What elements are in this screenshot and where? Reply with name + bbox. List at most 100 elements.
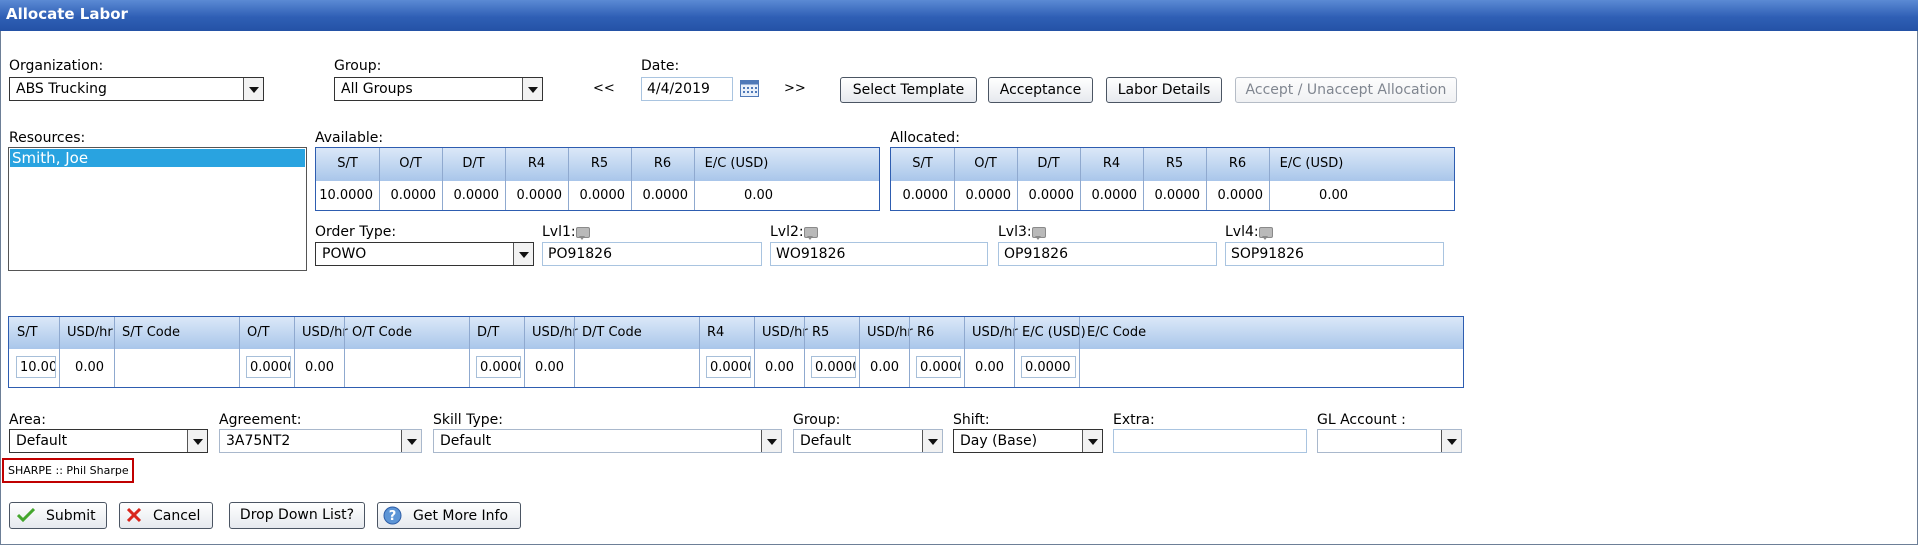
get-more-info-button[interactable]: ? Get More Info xyxy=(377,502,521,529)
allocated-value: 0.0000 xyxy=(1154,188,1201,203)
date-input[interactable]: 4/4/2019 xyxy=(641,77,733,101)
hours-input[interactable]: 0.0000 xyxy=(916,356,961,378)
note-icon[interactable] xyxy=(1259,227,1273,240)
resources-label: Resources: xyxy=(9,130,86,146)
available-value: 10.0000 xyxy=(319,188,373,203)
organization-label: Organization: xyxy=(9,58,104,74)
organization-value: ABS Trucking xyxy=(16,81,107,97)
agreement-select[interactable]: 3A75NT2 xyxy=(219,429,422,453)
next-date-button[interactable]: >> xyxy=(784,81,806,96)
skill-type-label: Skill Type: xyxy=(433,412,503,428)
drop-down-list-button[interactable]: Drop Down List? xyxy=(229,502,365,529)
code-cell[interactable] xyxy=(1081,353,1227,381)
column-divider xyxy=(1206,148,1207,210)
code-cell[interactable] xyxy=(346,353,467,381)
skill-type-select[interactable]: Default xyxy=(433,429,782,453)
rate-value: 0.00 xyxy=(305,360,334,375)
available-label: Available: xyxy=(315,130,384,146)
help-icon: ? xyxy=(383,506,402,525)
cancel-label: Cancel xyxy=(153,508,201,524)
gl-account-select[interactable] xyxy=(1317,429,1462,453)
cancel-button[interactable]: Cancel xyxy=(119,502,213,529)
chevron-down-icon[interactable] xyxy=(922,430,942,452)
chevron-down-icon[interactable] xyxy=(1082,430,1102,452)
column-divider xyxy=(469,317,470,387)
lvl3-input[interactable]: OP91826 xyxy=(998,242,1217,266)
entry-column-header: D/T xyxy=(477,325,500,340)
entry-column-header: D/T Code xyxy=(582,325,642,340)
note-icon[interactable] xyxy=(576,227,590,240)
calendar-icon[interactable] xyxy=(740,80,759,97)
allocated-column-header: S/T xyxy=(912,156,933,171)
entry-column-header: E/C Code xyxy=(1087,325,1147,340)
checkmark-icon xyxy=(17,507,35,523)
allocated-value: 0.00 xyxy=(1319,188,1348,203)
shift-value: Day (Base) xyxy=(960,433,1038,449)
accept-unaccept-allocation-button[interactable]: Accept / Unaccept Allocation xyxy=(1235,77,1457,103)
hours-input[interactable]: 0.0000 xyxy=(706,356,751,378)
allocated-column-header: E/C (USD) xyxy=(1279,156,1344,171)
entry-column-header: USD/hr xyxy=(867,325,913,340)
supervisor-text: SHARPE :: Phil Sharpe xyxy=(8,464,129,477)
note-icon[interactable] xyxy=(1032,227,1046,240)
hours-input[interactable]: 10.000 xyxy=(16,356,56,378)
code-cell[interactable] xyxy=(116,353,237,381)
chevron-down-icon[interactable] xyxy=(187,430,207,452)
acceptance-button[interactable]: Acceptance xyxy=(988,77,1093,103)
available-column-header: R6 xyxy=(653,156,672,171)
resource-item[interactable]: Smith, Joe xyxy=(10,149,305,167)
hours-input[interactable]: 0.0000 xyxy=(246,356,291,378)
column-divider xyxy=(568,148,569,210)
resources-list[interactable]: Smith, Joe xyxy=(8,147,307,271)
entry-column-header: USD/hr xyxy=(302,325,348,340)
column-divider xyxy=(344,317,345,387)
lvl2-input[interactable]: WO91826 xyxy=(770,242,988,266)
chevron-down-icon[interactable] xyxy=(522,78,542,100)
chevron-down-icon[interactable] xyxy=(243,78,263,100)
bottom-group-label: Group: xyxy=(793,412,841,428)
code-cell[interactable] xyxy=(576,353,697,381)
entry-column-header: R6 xyxy=(917,325,935,340)
hours-input[interactable]: 0.0000 xyxy=(811,356,856,378)
previous-date-button[interactable]: << xyxy=(593,81,615,96)
submit-button[interactable]: Submit xyxy=(9,502,107,529)
lvl4-label: Lvl4: xyxy=(1225,224,1259,240)
labor-entry-grid-header xyxy=(9,317,1463,349)
available-column-header: D/T xyxy=(462,156,485,171)
allocated-value: 0.0000 xyxy=(1217,188,1264,203)
entry-column-header: R4 xyxy=(707,325,725,340)
rate-value: 0.00 xyxy=(535,360,564,375)
select-template-button[interactable]: Select Template xyxy=(840,77,977,103)
available-column-header: E/C (USD) xyxy=(704,156,769,171)
allocated-value: 0.0000 xyxy=(902,188,949,203)
extra-input[interactable] xyxy=(1113,429,1307,453)
group-select[interactable]: All Groups xyxy=(334,77,543,101)
column-divider xyxy=(1014,317,1015,387)
column-divider xyxy=(859,317,860,387)
agreement-label: Agreement: xyxy=(219,412,302,428)
hours-input[interactable]: 0.0000 xyxy=(476,356,521,378)
chevron-down-icon[interactable] xyxy=(1441,430,1461,452)
allocated-column-header: R5 xyxy=(1165,156,1184,171)
entry-column-header: S/T xyxy=(17,325,38,340)
column-divider xyxy=(1143,148,1144,210)
title-bar: Allocate Labor xyxy=(0,0,1918,31)
extra-label: Extra: xyxy=(1113,412,1155,428)
allocated-column-header: D/T xyxy=(1037,156,1060,171)
chevron-down-icon[interactable] xyxy=(761,430,781,452)
shift-select[interactable]: Day (Base) xyxy=(953,429,1103,453)
bottom-group-select[interactable]: Default xyxy=(793,429,943,453)
chevron-down-icon[interactable] xyxy=(513,243,533,265)
labor-details-button[interactable]: Labor Details xyxy=(1106,77,1222,103)
column-divider xyxy=(754,317,755,387)
order-type-select[interactable]: POWO xyxy=(315,242,534,266)
lvl1-input[interactable]: PO91826 xyxy=(542,242,762,266)
window-title: Allocate Labor xyxy=(6,5,128,23)
area-select[interactable]: Default xyxy=(9,429,208,453)
hours-input[interactable]: 0.0000 xyxy=(1021,356,1076,378)
rate-value: 0.00 xyxy=(870,360,899,375)
chevron-down-icon[interactable] xyxy=(401,430,421,452)
note-icon[interactable] xyxy=(804,227,818,240)
lvl4-input[interactable]: SOP91826 xyxy=(1225,242,1444,266)
organization-select[interactable]: ABS Trucking xyxy=(9,77,264,101)
